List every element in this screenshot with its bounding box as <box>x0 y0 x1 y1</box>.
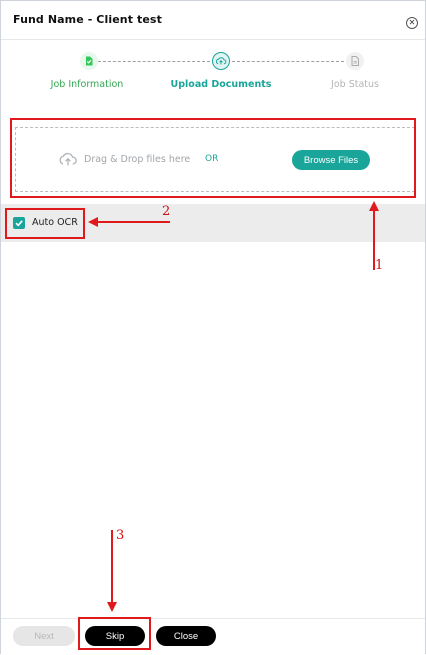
annotation-arrows <box>88 201 379 612</box>
annotation-number-1: 1 <box>375 258 384 273</box>
annotation-number-2: 2 <box>162 204 171 219</box>
annotation-number-3: 3 <box>116 528 125 543</box>
